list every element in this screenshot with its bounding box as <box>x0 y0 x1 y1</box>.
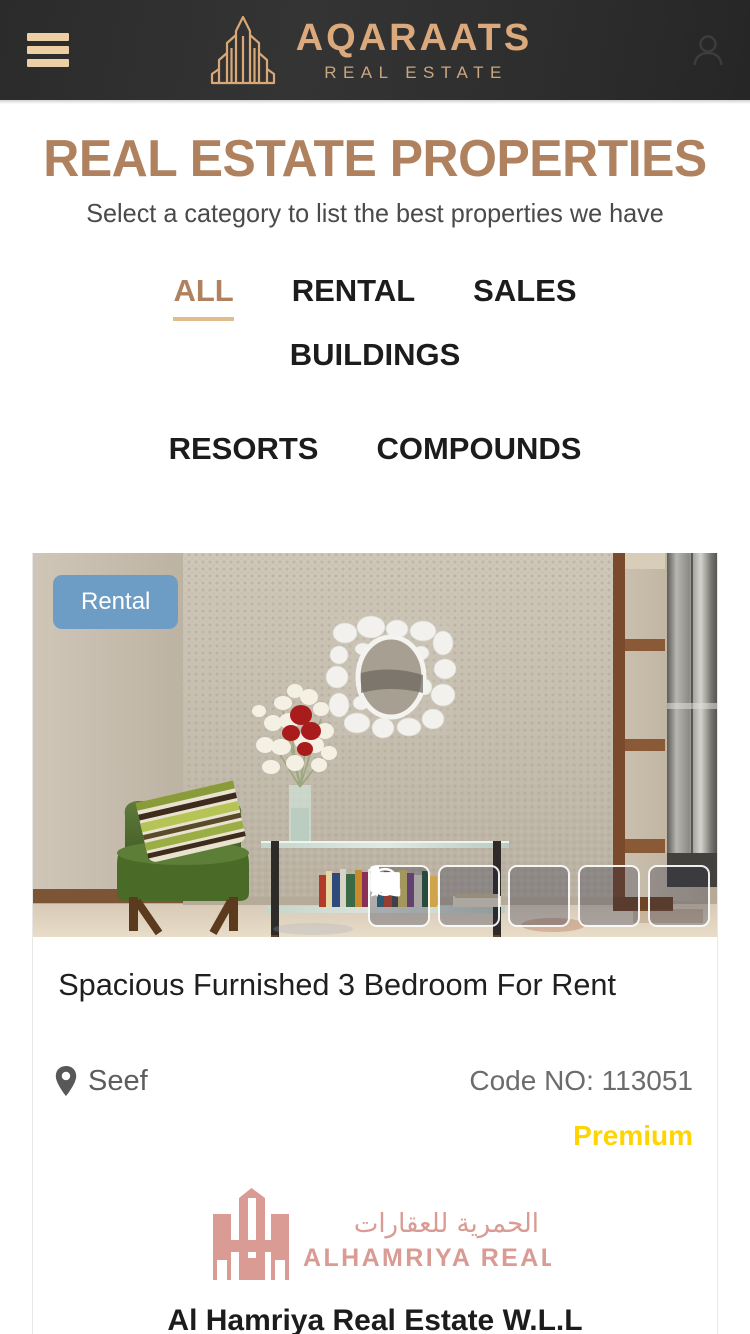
brand-logo[interactable]: AQARAATS REAL ESTATE <box>206 14 533 86</box>
agency-block: الحمرية للعقارات ALHAMRIYA REAL ESTATE A… <box>55 1184 695 1334</box>
hamburger-bar <box>27 33 69 41</box>
tab-resorts[interactable]: RESORTS <box>140 421 348 485</box>
whatsapp-button[interactable] <box>370 864 640 927</box>
property-code: Code NO: 113051 <box>469 1065 693 1097</box>
brand-tagline: REAL ESTATE <box>324 63 508 82</box>
property-photo[interactable]: Rental <box>33 552 717 937</box>
location-label: Seef <box>88 1064 148 1097</box>
property-title[interactable]: Spacious Furnished 3 Bedroom For Rent <box>58 967 692 1003</box>
listing-action-buttons <box>368 864 710 927</box>
svg-text:الحمرية للعقارات: الحمرية للعقارات <box>354 1209 539 1239</box>
hamburger-bar <box>27 46 69 54</box>
tab-buildings[interactable]: BUILDINGS <box>261 327 490 391</box>
category-tabs-row-1: ALL RENTAL SALES BUILDINGS <box>0 263 750 391</box>
premium-row: Premium <box>55 1120 695 1152</box>
tab-all[interactable]: ALL <box>144 263 262 327</box>
premium-badge: Premium <box>573 1119 693 1151</box>
tab-rental[interactable]: RENTAL <box>263 263 444 327</box>
tab-compounds[interactable]: COMPOUNDS <box>347 421 610 485</box>
user-account-icon[interactable] <box>688 30 728 70</box>
page-heading-block: REAL ESTATE PROPERTIES Select a category… <box>0 100 750 229</box>
map-pin-icon <box>55 1066 77 1097</box>
page-title: REAL ESTATE PROPERTIES <box>43 130 707 188</box>
property-meta-row: Seef Code NO: 113051 <box>55 1065 695 1098</box>
envelope-icon <box>370 871 400 892</box>
email-button[interactable] <box>370 864 710 927</box>
category-tabs-row-2: RESORTS COMPOUNDS <box>0 421 750 485</box>
hamburger-menu-icon[interactable] <box>27 33 69 67</box>
building-skyline-icon <box>210 15 275 85</box>
property-card[interactable]: Rental Spacious Furnished 3 Bedroom For … <box>32 552 718 1334</box>
compare-button[interactable] <box>370 864 500 927</box>
page-subtitle: Select a category to list the best prope… <box>86 197 664 228</box>
app-header: AQARAATS REAL ESTATE <box>0 0 750 104</box>
alhamriya-building-logo-icon: الحمرية للعقارات ALHAMRIYA REAL ESTATE <box>213 1187 551 1280</box>
listing-type-badge[interactable]: Rental <box>53 574 179 629</box>
tab-sales[interactable]: SALES <box>444 263 605 327</box>
call-button[interactable] <box>370 864 570 927</box>
agency-name: Al Hamriya Real Estate W.L.L <box>167 1303 583 1334</box>
svg-text:ALHAMRIYA REAL ESTATE: ALHAMRIYA REAL ESTATE <box>303 1244 551 1272</box>
property-location: Seef <box>55 1065 148 1098</box>
hamburger-bar <box>27 59 69 67</box>
brand-name: AQARAATS <box>295 17 533 59</box>
property-card-body: Spacious Furnished 3 Bedroom For Rent Se… <box>33 937 717 1334</box>
